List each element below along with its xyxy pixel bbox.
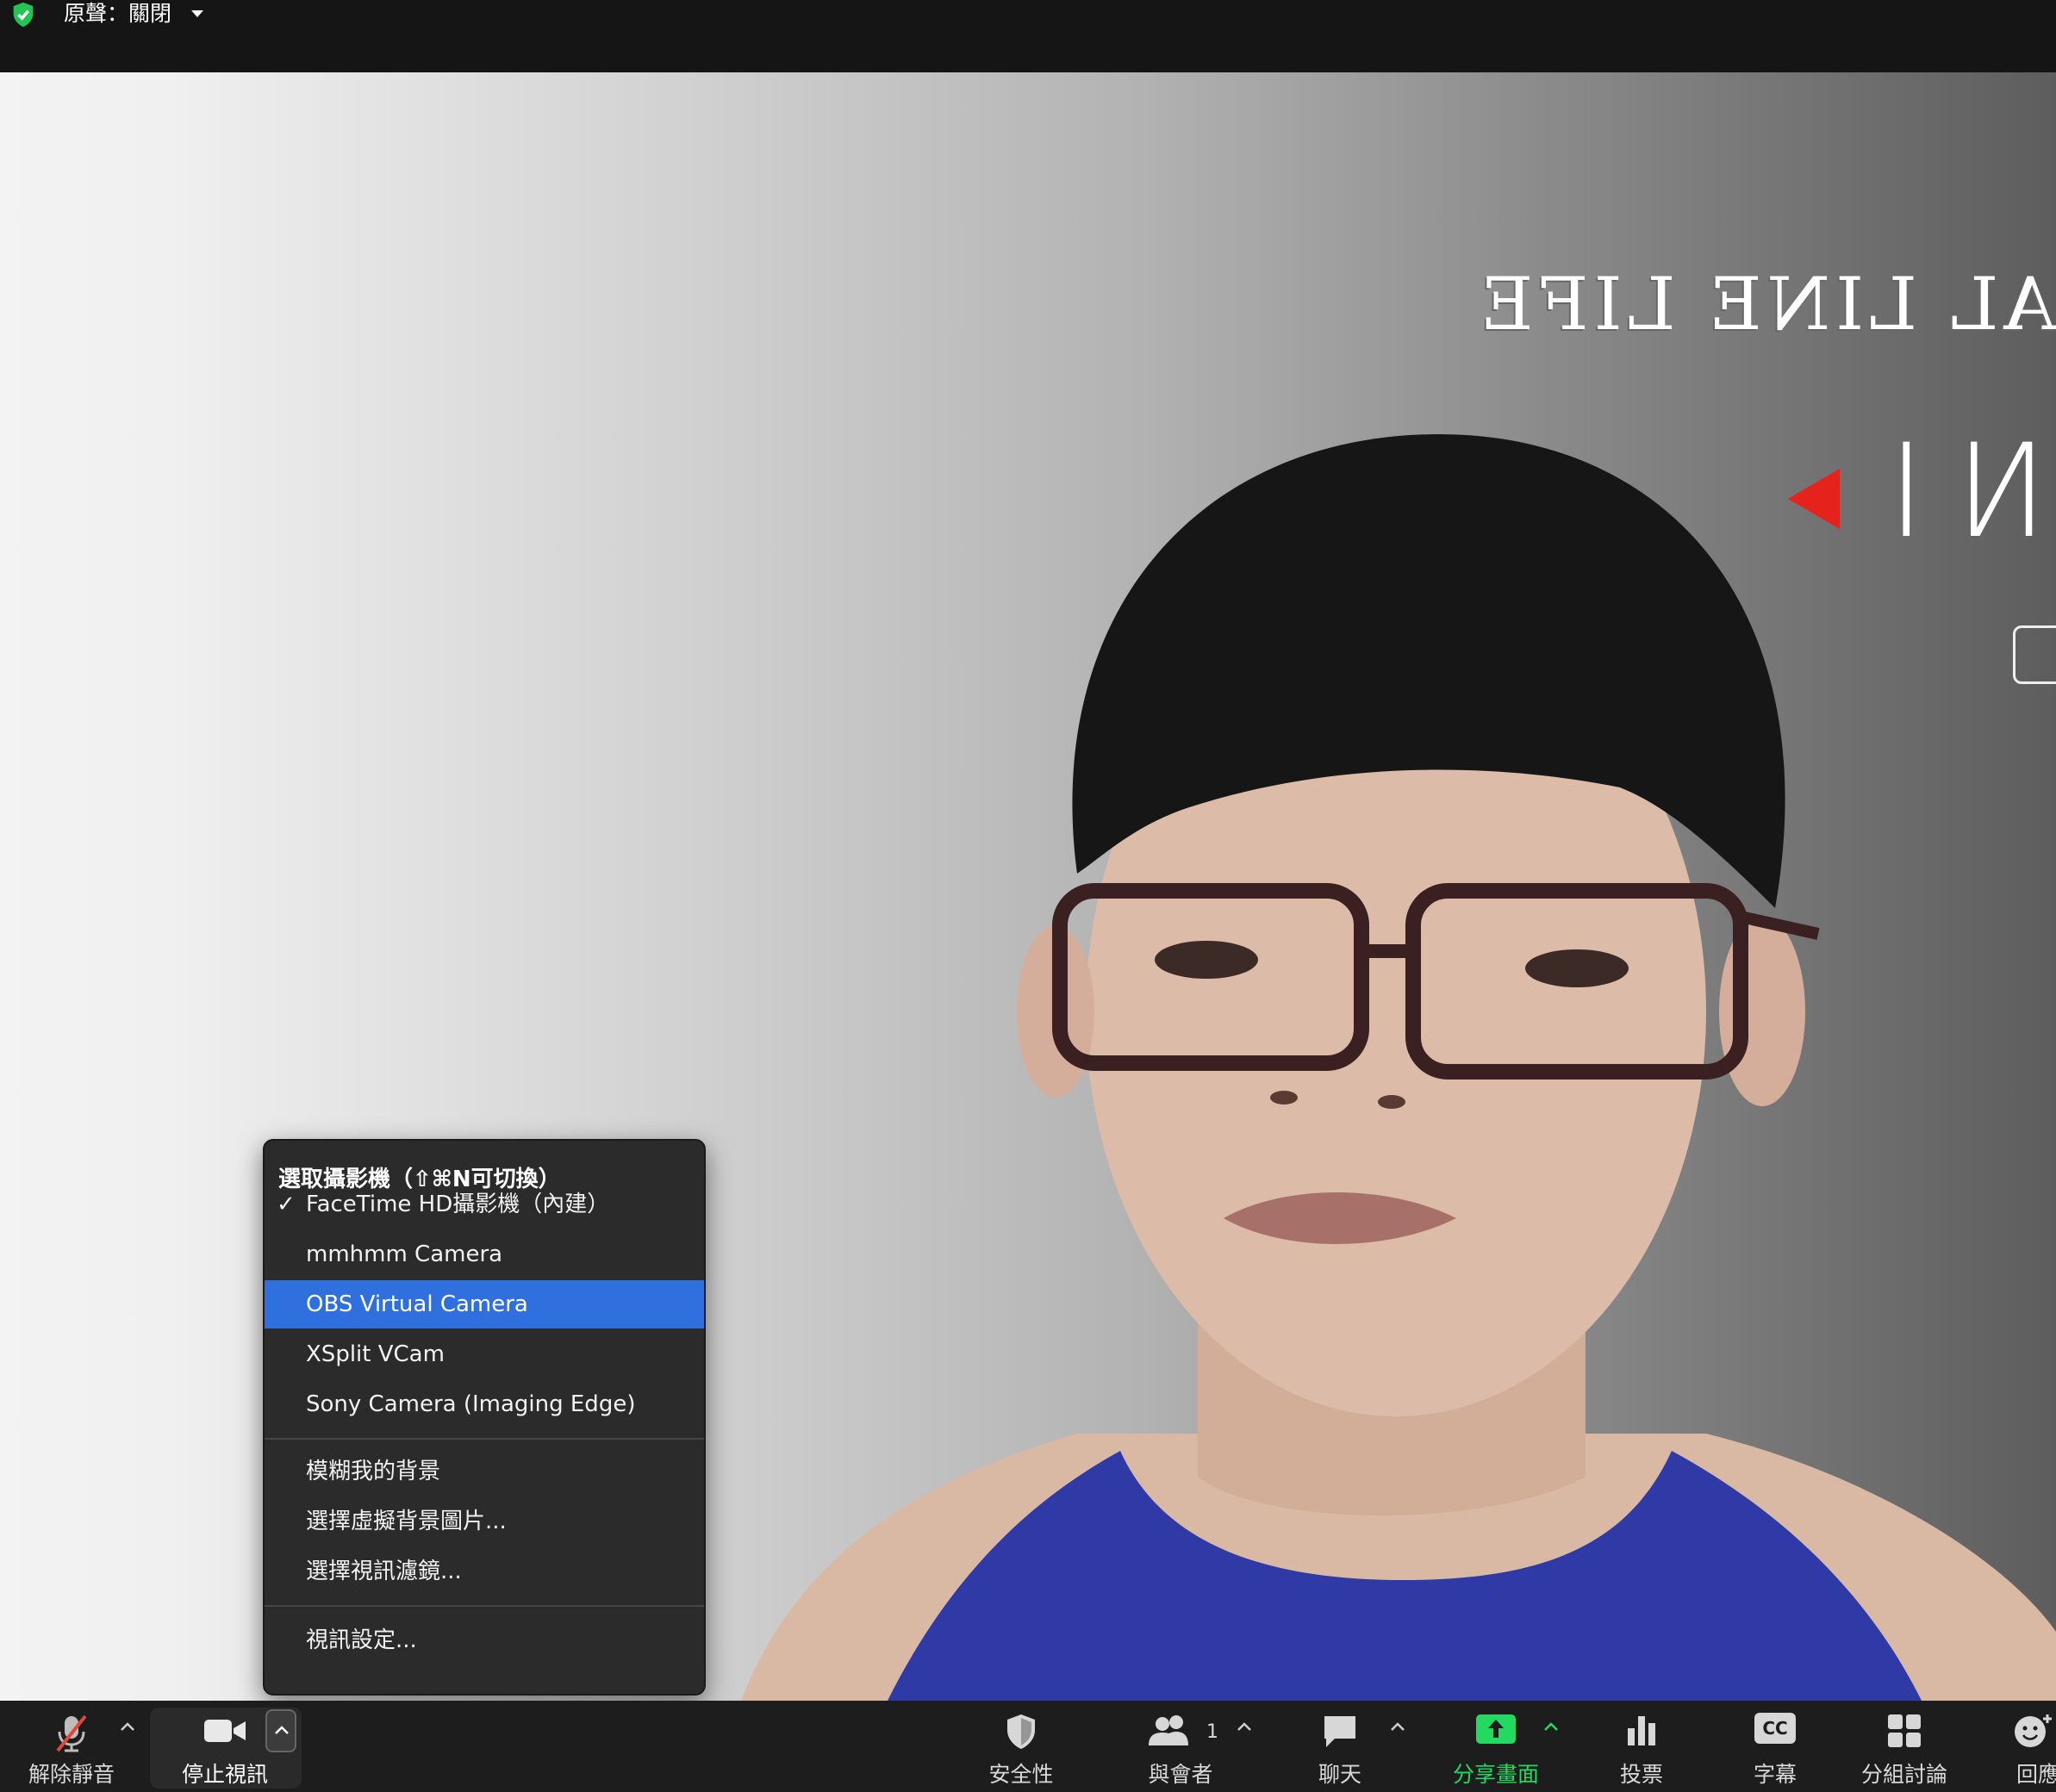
menu-item-label: OBS Virtual Camera bbox=[306, 1291, 528, 1317]
meeting-toolbar: 解除靜音 停止視訊 安全性 與會者 1 聊天 分享畫面 投票 CC 字幕 分組討… bbox=[0, 1701, 2056, 1792]
participants-icon bbox=[1149, 1715, 1188, 1745]
menu-item-label: Sony Camera (Imaging Edge) bbox=[306, 1391, 636, 1417]
encryption-shield-icon[interactable] bbox=[9, 0, 38, 29]
chevron-down-icon[interactable] bbox=[190, 9, 205, 19]
participant-figure bbox=[741, 434, 2056, 1701]
microphone-muted-icon bbox=[56, 1714, 87, 1752]
chat-label: 聊天 bbox=[1318, 1762, 1361, 1787]
polls-button[interactable]: 投票 bbox=[1603, 1701, 1680, 1792]
share-screen-icon bbox=[1476, 1714, 1516, 1744]
reactions-button[interactable]: 回應 bbox=[1999, 1701, 2056, 1792]
checkmark-icon: ✓ bbox=[277, 1192, 296, 1217]
menu-item-virtual-background[interactable]: 選擇虛擬背景圖片... bbox=[265, 1497, 704, 1546]
menu-item-camera-obs[interactable]: OBS Virtual Camera bbox=[265, 1280, 704, 1328]
original-sound-toggle[interactable]: 原聲：關閉 bbox=[64, 0, 171, 29]
grid-icon bbox=[1888, 1714, 1921, 1747]
menu-item-label: FaceTime HD攝影機（內建） bbox=[306, 1192, 610, 1217]
stop-video-label: 停止視訊 bbox=[181, 1762, 268, 1787]
menu-item-camera-sony[interactable]: Sony Camera (Imaging Edge) bbox=[265, 1380, 704, 1428]
camera-select-menu: 選取攝影機（⇧⌘N可切換） ✓ FaceTime HD攝影機（內建） mmhmm… bbox=[263, 1139, 706, 1696]
chevron-up-icon bbox=[275, 1726, 289, 1734]
menu-item-video-settings[interactable]: 視訊設定... bbox=[265, 1616, 704, 1664]
menu-item-label: 選擇視訊濾鏡... bbox=[306, 1559, 462, 1584]
participants-button[interactable]: 與會者 bbox=[1129, 1701, 1232, 1792]
menu-item-label: 模糊我的背景 bbox=[306, 1459, 441, 1484]
captions-button[interactable]: CC 字幕 bbox=[1736, 1701, 1814, 1792]
menu-item-camera-xsplit[interactable]: XSplit VCam bbox=[265, 1330, 704, 1378]
chat-bubble-icon bbox=[1324, 1716, 1355, 1747]
share-screen-label: 分享畫面 bbox=[1452, 1762, 1539, 1787]
bar-chart-icon bbox=[1628, 1716, 1655, 1745]
security-button[interactable]: 安全性 bbox=[974, 1701, 1068, 1792]
emoji-plus-icon bbox=[2015, 1714, 2052, 1747]
breakout-rooms-label: 分組討論 bbox=[1860, 1762, 1947, 1787]
menu-item-video-filter[interactable]: 選擇視訊濾鏡... bbox=[265, 1547, 704, 1596]
menu-separator bbox=[265, 1438, 704, 1440]
reactions-label: 回應 bbox=[2016, 1762, 2056, 1787]
chevron-up-icon[interactable] bbox=[1236, 1721, 1253, 1732]
participants-label: 與會者 bbox=[1148, 1762, 1213, 1787]
shield-icon bbox=[1007, 1714, 1035, 1749]
background-text-line: AL LINE LIFE bbox=[1474, 262, 2056, 346]
unmute-button[interactable]: 解除靜音 bbox=[17, 1701, 126, 1792]
video-camera-icon bbox=[204, 1720, 246, 1742]
polls-label: 投票 bbox=[1619, 1762, 1663, 1787]
menu-item-label: mmhmm Camera bbox=[306, 1241, 503, 1267]
breakout-rooms-button[interactable]: 分組討論 bbox=[1853, 1701, 1956, 1792]
chevron-up-icon[interactable] bbox=[119, 1721, 136, 1732]
menu-item-blur-background[interactable]: 模糊我的背景 bbox=[265, 1447, 704, 1496]
chat-button[interactable]: 聊天 bbox=[1293, 1701, 1387, 1792]
video-options-caret[interactable] bbox=[265, 1709, 296, 1752]
stop-video-button[interactable]: 停止視訊 bbox=[169, 1701, 281, 1792]
security-label: 安全性 bbox=[988, 1762, 1054, 1787]
menu-item-label: 選擇虛擬背景圖片... bbox=[306, 1509, 507, 1534]
menu-item-camera-mmhmm[interactable]: mmhmm Camera bbox=[265, 1230, 704, 1279]
participants-count: 1 bbox=[1206, 1721, 1218, 1743]
chevron-up-icon[interactable] bbox=[1542, 1721, 1560, 1732]
top-bar: 原聲：關閉 bbox=[0, 0, 2056, 72]
menu-item-camera-facetime[interactable]: ✓ FaceTime HD攝影機（內建） bbox=[265, 1180, 704, 1229]
chevron-up-icon[interactable] bbox=[1389, 1721, 1406, 1732]
unmute-label: 解除靜音 bbox=[28, 1762, 115, 1787]
closed-captions-icon: CC bbox=[1754, 1713, 1796, 1744]
menu-item-label: 視訊設定... bbox=[306, 1627, 417, 1653]
menu-separator bbox=[265, 1605, 704, 1607]
menu-item-label: XSplit VCam bbox=[306, 1341, 445, 1367]
captions-label: 字幕 bbox=[1753, 1762, 1797, 1787]
share-screen-button[interactable]: 分享畫面 bbox=[1444, 1701, 1548, 1792]
